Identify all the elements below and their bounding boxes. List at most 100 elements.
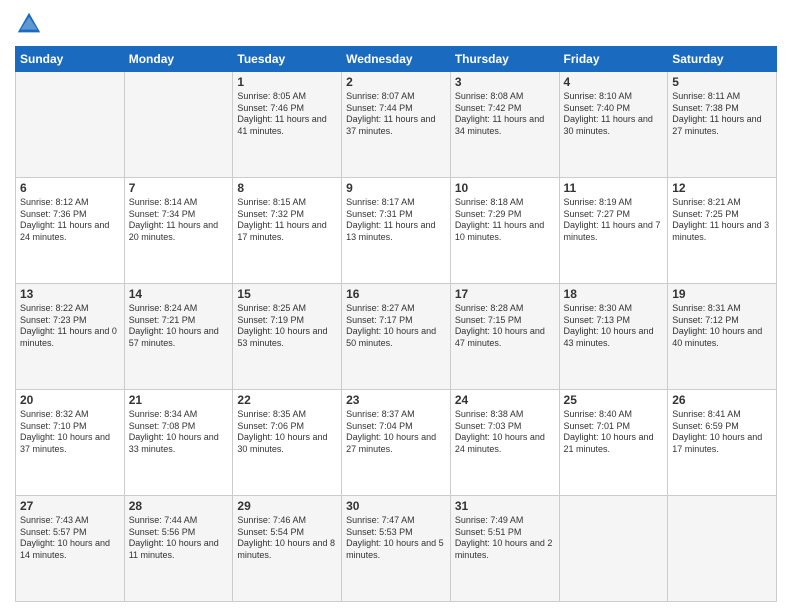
week-row-0: 1Sunrise: 8:05 AM Sunset: 7:46 PM Daylig… — [16, 72, 777, 178]
cell-info: Sunrise: 7:43 AM Sunset: 5:57 PM Dayligh… — [20, 515, 120, 562]
weekday-header-monday: Monday — [124, 47, 233, 72]
day-number: 3 — [455, 75, 555, 89]
weekday-header-tuesday: Tuesday — [233, 47, 342, 72]
calendar-cell: 24 Sunrise: 8:38 AM Sunset: 7:03 PM Dayli… — [450, 390, 559, 496]
calendar-cell: 12Sunrise: 8:21 AM Sunset: 7:25 PM Dayli… — [668, 178, 777, 284]
calendar-cell: 6 Sunrise: 8:12 AM Sunset: 7:36 PM Daylig… — [16, 178, 125, 284]
day-number: 19 — [672, 287, 772, 301]
header — [15, 10, 777, 38]
day-number: 16 — [346, 287, 446, 301]
weekday-header-saturday: Saturday — [668, 47, 777, 72]
day-number: 26 — [672, 393, 772, 407]
page: SundayMondayTuesdayWednesdayThursdayFrid… — [0, 0, 792, 612]
calendar-cell: 27 Sunrise: 7:43 AM Sunset: 5:57 PM Dayli… — [16, 496, 125, 602]
calendar-cell: 30 Sunrise: 7:47 AM Sunset: 5:53 PM Dayli… — [342, 496, 451, 602]
calendar-cell: 26 Sunrise: 8:41 AM Sunset: 6:59 PM Dayli… — [668, 390, 777, 496]
weekday-header-thursday: Thursday — [450, 47, 559, 72]
calendar-cell: 18 Sunrise: 8:30 AM Sunset: 7:13 PM Dayli… — [559, 284, 668, 390]
day-number: 23 — [346, 393, 446, 407]
calendar-cell: 3 Sunrise: 8:08 AM Sunset: 7:42 PM Daylig… — [450, 72, 559, 178]
logo — [15, 10, 47, 38]
cell-info: Sunrise: 8:24 AM Sunset: 7:21 PM Dayligh… — [129, 303, 229, 350]
calendar-cell: 7 Sunrise: 8:14 AM Sunset: 7:34 PM Daylig… — [124, 178, 233, 284]
calendar-cell: 8 Sunrise: 8:15 AM Sunset: 7:32 PM Daylig… — [233, 178, 342, 284]
cell-info: Sunrise: 8:30 AM Sunset: 7:13 PM Dayligh… — [564, 303, 664, 350]
cell-info: Sunrise: 8:19 AM Sunset: 7:27 PM Dayligh… — [564, 197, 664, 244]
day-number: 25 — [564, 393, 664, 407]
day-number: 8 — [237, 181, 337, 195]
calendar-cell: 19 Sunrise: 8:31 AM Sunset: 7:12 PM Dayli… — [668, 284, 777, 390]
day-number: 9 — [346, 181, 446, 195]
cell-info: Sunrise: 8:38 AM Sunset: 7:03 PM Dayligh… — [455, 409, 555, 456]
cell-info: Sunrise: 8:08 AM Sunset: 7:42 PM Dayligh… — [455, 91, 555, 138]
calendar-cell: 20Sunrise: 8:32 AM Sunset: 7:10 PM Dayli… — [16, 390, 125, 496]
day-number: 14 — [129, 287, 229, 301]
cell-info: Sunrise: 7:46 AM Sunset: 5:54 PM Dayligh… — [237, 515, 337, 562]
week-row-2: 13 Sunrise: 8:22 AM Sunset: 7:23 PM Dayli… — [16, 284, 777, 390]
day-number: 11 — [564, 181, 664, 195]
cell-info: Sunrise: 7:47 AM Sunset: 5:53 PM Dayligh… — [346, 515, 446, 562]
calendar-cell — [559, 496, 668, 602]
cell-info: Sunrise: 8:10 AM Sunset: 7:40 PM Dayligh… — [564, 91, 664, 138]
day-number: 24 — [455, 393, 555, 407]
cell-info: Sunrise: 8:15 AM Sunset: 7:32 PM Dayligh… — [237, 197, 337, 244]
calendar-cell — [668, 496, 777, 602]
calendar-cell: 14 Sunrise: 8:24 AM Sunset: 7:21 PM Dayli… — [124, 284, 233, 390]
calendar-cell — [124, 72, 233, 178]
calendar-cell: 9 Sunrise: 8:17 AM Sunset: 7:31 PM Daylig… — [342, 178, 451, 284]
calendar-cell: 31 Sunrise: 7:49 AM Sunset: 5:51 PM Dayli… — [450, 496, 559, 602]
cell-info: Sunrise: 8:32 AM Sunset: 7:10 PM Dayligh… — [20, 409, 120, 456]
weekday-header-wednesday: Wednesday — [342, 47, 451, 72]
calendar-cell: 23Sunrise: 8:37 AM Sunset: 7:04 PM Dayli… — [342, 390, 451, 496]
calendar-cell: 15Sunrise: 8:25 AM Sunset: 7:19 PM Dayli… — [233, 284, 342, 390]
day-number: 1 — [237, 75, 337, 89]
calendar-cell: 16 Sunrise: 8:27 AM Sunset: 7:17 PM Dayli… — [342, 284, 451, 390]
day-number: 15 — [237, 287, 337, 301]
weekday-header-friday: Friday — [559, 47, 668, 72]
day-number: 27 — [20, 499, 120, 513]
day-number: 30 — [346, 499, 446, 513]
day-number: 12 — [672, 181, 772, 195]
day-number: 18 — [564, 287, 664, 301]
calendar-cell: 29 Sunrise: 7:46 AM Sunset: 5:54 PM Dayli… — [233, 496, 342, 602]
cell-info: Sunrise: 8:11 AM Sunset: 7:38 PM Dayligh… — [672, 91, 772, 138]
day-number: 7 — [129, 181, 229, 195]
day-number: 17 — [455, 287, 555, 301]
calendar-cell: 28Sunrise: 7:44 AM Sunset: 5:56 PM Dayli… — [124, 496, 233, 602]
calendar-cell — [16, 72, 125, 178]
day-number: 6 — [20, 181, 120, 195]
day-number: 5 — [672, 75, 772, 89]
calendar-cell: 1Sunrise: 8:05 AM Sunset: 7:46 PM Daylig… — [233, 72, 342, 178]
calendar-cell: 5 Sunrise: 8:11 AM Sunset: 7:38 PM Daylig… — [668, 72, 777, 178]
cell-info: Sunrise: 8:12 AM Sunset: 7:36 PM Dayligh… — [20, 197, 120, 244]
cell-info: Sunrise: 8:22 AM Sunset: 7:23 PM Dayligh… — [20, 303, 120, 350]
cell-info: Sunrise: 8:27 AM Sunset: 7:17 PM Dayligh… — [346, 303, 446, 350]
day-number: 13 — [20, 287, 120, 301]
cell-info: Sunrise: 8:07 AM Sunset: 7:44 PM Dayligh… — [346, 91, 446, 138]
calendar-cell: 25 Sunrise: 8:40 AM Sunset: 7:01 PM Dayli… — [559, 390, 668, 496]
calendar-cell: 2 Sunrise: 8:07 AM Sunset: 7:44 PM Daylig… — [342, 72, 451, 178]
week-row-4: 27 Sunrise: 7:43 AM Sunset: 5:57 PM Dayli… — [16, 496, 777, 602]
day-number: 2 — [346, 75, 446, 89]
cell-info: Sunrise: 8:31 AM Sunset: 7:12 PM Dayligh… — [672, 303, 772, 350]
cell-info: Sunrise: 8:41 AM Sunset: 6:59 PM Dayligh… — [672, 409, 772, 456]
day-number: 29 — [237, 499, 337, 513]
calendar-cell: 4Sunrise: 8:10 AM Sunset: 7:40 PM Daylig… — [559, 72, 668, 178]
week-row-3: 20Sunrise: 8:32 AM Sunset: 7:10 PM Dayli… — [16, 390, 777, 496]
cell-info: Sunrise: 8:17 AM Sunset: 7:31 PM Dayligh… — [346, 197, 446, 244]
day-number: 22 — [237, 393, 337, 407]
calendar-cell: 10Sunrise: 8:18 AM Sunset: 7:29 PM Dayli… — [450, 178, 559, 284]
cell-info: Sunrise: 8:14 AM Sunset: 7:34 PM Dayligh… — [129, 197, 229, 244]
cell-info: Sunrise: 8:34 AM Sunset: 7:08 PM Dayligh… — [129, 409, 229, 456]
cell-info: Sunrise: 8:28 AM Sunset: 7:15 PM Dayligh… — [455, 303, 555, 350]
calendar-cell: 17 Sunrise: 8:28 AM Sunset: 7:15 PM Dayli… — [450, 284, 559, 390]
weekday-header-sunday: Sunday — [16, 47, 125, 72]
day-number: 28 — [129, 499, 229, 513]
calendar-header: SundayMondayTuesdayWednesdayThursdayFrid… — [16, 47, 777, 72]
calendar-cell: 22 Sunrise: 8:35 AM Sunset: 7:06 PM Dayli… — [233, 390, 342, 496]
cell-info: Sunrise: 7:49 AM Sunset: 5:51 PM Dayligh… — [455, 515, 555, 562]
cell-info: Sunrise: 8:35 AM Sunset: 7:06 PM Dayligh… — [237, 409, 337, 456]
day-number: 31 — [455, 499, 555, 513]
calendar-table: SundayMondayTuesdayWednesdayThursdayFrid… — [15, 46, 777, 602]
cell-info: Sunrise: 8:40 AM Sunset: 7:01 PM Dayligh… — [564, 409, 664, 456]
